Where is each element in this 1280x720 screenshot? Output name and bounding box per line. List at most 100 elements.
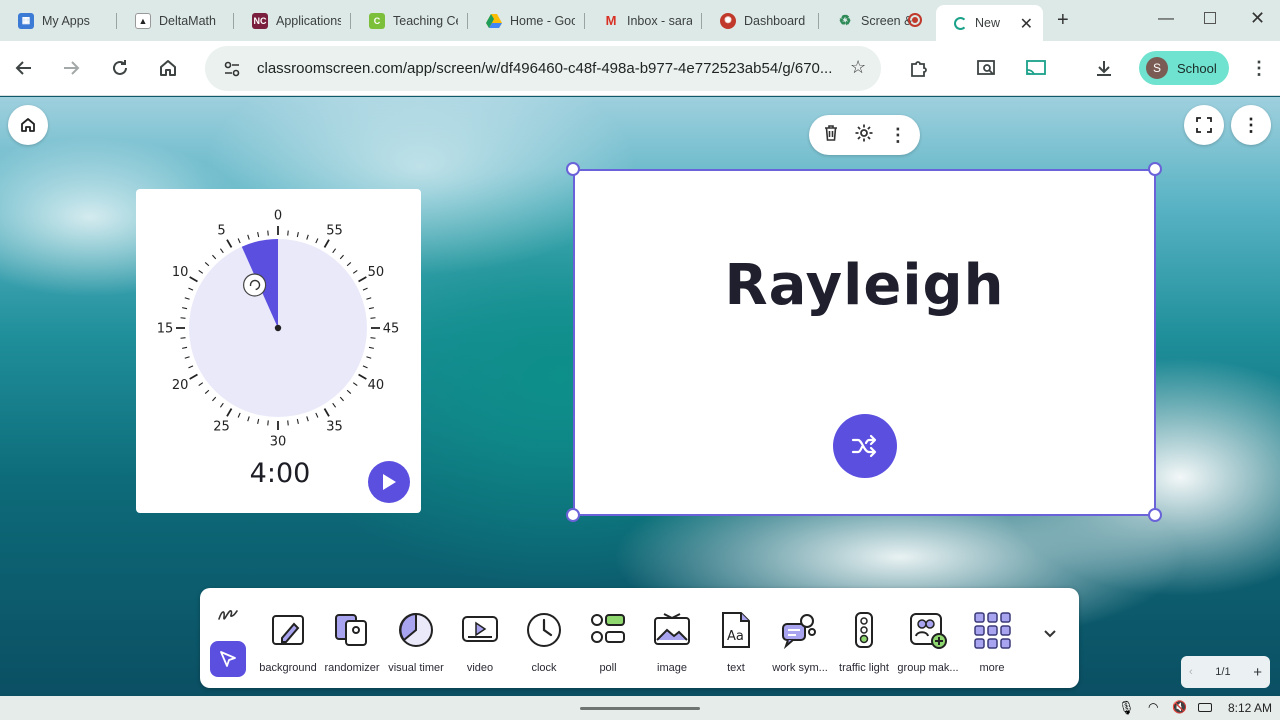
- tool-traffic-light[interactable]: traffic light: [832, 598, 896, 682]
- forward-arrow-icon: [64, 61, 80, 75]
- dial-tick: [219, 248, 224, 254]
- dial-tick: [184, 356, 190, 359]
- tool-more-grid[interactable]: more: [960, 598, 1024, 682]
- page-navigator: ‹ 1/1 +: [1181, 656, 1270, 688]
- tool-label: work sym...: [772, 662, 828, 674]
- url-text[interactable]: classroomscreen.com/app/screen/w/df49646…: [257, 60, 832, 77]
- forward-button[interactable]: [57, 54, 85, 82]
- dial-tick: [188, 287, 194, 291]
- minimize-button[interactable]: —: [1158, 10, 1174, 28]
- dial-tick: [257, 232, 260, 238]
- tab-teaching-center[interactable]: C Teaching Cen: [351, 0, 468, 41]
- shuffle-icon: [851, 434, 877, 458]
- add-page-icon[interactable]: +: [1253, 664, 1262, 681]
- dial-tick: [184, 297, 190, 300]
- shuffle-button[interactable]: [833, 414, 897, 478]
- tab-dashboard[interactable]: ✺ Dashboard: [702, 0, 819, 41]
- play-button[interactable]: [368, 461, 410, 503]
- tool-image[interactable]: image: [640, 598, 704, 682]
- fullscreen-icon: [1196, 117, 1212, 133]
- tab-gmail[interactable]: M Inbox - sarah: [585, 0, 702, 41]
- widget-toolbar-bottom: background randomizer visual timer video clo…: [200, 588, 1079, 688]
- site-settings-icon[interactable]: [219, 56, 245, 82]
- dial-tick: [332, 402, 337, 408]
- visual-timer-widget: 0 55 50 45 40 35 30 25 20 15 10 5 4:00: [136, 189, 421, 513]
- address-bar[interactable]: classroomscreen.com/app/screen/w/df49646…: [205, 46, 881, 91]
- tool-poll[interactable]: poll: [576, 598, 640, 682]
- os-shelf: 🎙 ◠ 🔇 8:12 AM: [0, 696, 1280, 720]
- dial-tick: [362, 287, 368, 291]
- delete-icon[interactable]: [822, 124, 840, 147]
- tool-visual-timer[interactable]: visual timer: [384, 598, 448, 682]
- new-tab-button[interactable]: +: [1057, 9, 1069, 32]
- cast-icon[interactable]: [1022, 54, 1050, 82]
- close-window-button[interactable]: ✕: [1250, 8, 1265, 29]
- dial-drag-handle[interactable]: [243, 273, 267, 297]
- loading-icon: [954, 16, 967, 30]
- dial-tick: [182, 346, 188, 349]
- tool-text[interactable]: Aa text: [704, 598, 768, 682]
- tab-screen[interactable]: ♻ Screen &: [819, 0, 936, 41]
- resize-handle-bottom-right[interactable]: [1148, 508, 1162, 522]
- page-search-icon[interactable]: [972, 54, 1000, 82]
- bookmark-star-icon[interactable]: ☆: [850, 57, 866, 78]
- browser-menu-icon[interactable]: ⋮: [1245, 54, 1273, 82]
- dial-label: 50: [368, 265, 385, 280]
- reload-button[interactable]: [106, 54, 134, 82]
- dial-tick: [237, 238, 241, 244]
- tab-my-apps[interactable]: ▦ My Apps: [0, 0, 117, 41]
- prev-page-icon[interactable]: ‹: [1189, 666, 1193, 678]
- resize-handle-top-right[interactable]: [1148, 162, 1162, 176]
- select-tool-button[interactable]: [210, 641, 246, 677]
- dial-tick: [315, 238, 319, 244]
- dial-tick: [182, 307, 188, 310]
- stage-menu-button[interactable]: ⋮: [1231, 105, 1271, 145]
- tab-deltamath[interactable]: ▲ DeltaMath: [117, 0, 234, 41]
- tool-video[interactable]: video: [448, 598, 512, 682]
- randomizer-widget[interactable]: Rayleigh: [573, 169, 1156, 516]
- poll-icon: [588, 610, 628, 650]
- dial-tick: [366, 297, 372, 300]
- tool-background[interactable]: background: [256, 598, 320, 682]
- more-grid-icon: [972, 610, 1012, 650]
- dial-tick: [247, 234, 250, 240]
- dial-tick: [332, 248, 337, 254]
- profile-button[interactable]: S School: [1139, 51, 1229, 85]
- tab-new[interactable]: New ✕: [936, 5, 1043, 41]
- battery-icon: [1198, 703, 1212, 712]
- squiggle-icon: [218, 610, 238, 620]
- extensions-icon[interactable]: [904, 54, 932, 82]
- tab-applications[interactable]: NC Applications: [234, 0, 351, 41]
- tool-group-maker[interactable]: group mak...: [896, 598, 960, 682]
- wifi-icon: ◠: [1148, 700, 1159, 714]
- back-button[interactable]: [10, 54, 38, 82]
- draw-tool-button[interactable]: [212, 598, 244, 630]
- widget-more-icon[interactable]: ⋮: [889, 125, 907, 146]
- home-gesture-bar[interactable]: [580, 707, 700, 710]
- dial-tick: [368, 307, 374, 310]
- dial-tick: [296, 418, 299, 424]
- close-tab-icon[interactable]: ✕: [1020, 14, 1033, 34]
- dial-tick: [226, 408, 233, 417]
- cursor-icon: [220, 651, 236, 667]
- resize-handle-top-left[interactable]: [566, 162, 580, 176]
- fullscreen-button[interactable]: [1184, 105, 1224, 145]
- timer-dial[interactable]: 0 55 50 45 40 35 30 25 20 15 10 5: [136, 189, 424, 454]
- tool-randomizer[interactable]: randomizer: [320, 598, 384, 682]
- dial-tick: [339, 396, 344, 402]
- randomizer-icon: [332, 610, 372, 650]
- group-maker-icon: [908, 610, 948, 650]
- restore-button[interactable]: [1204, 12, 1216, 24]
- home-button[interactable]: [154, 54, 182, 82]
- home-screen-button[interactable]: [8, 105, 48, 145]
- expand-toolbar-icon[interactable]: [1043, 626, 1057, 644]
- download-icon[interactable]: [1090, 54, 1118, 82]
- dial-tick: [287, 420, 289, 426]
- settings-gear-icon[interactable]: [854, 123, 874, 148]
- tool-work-symbols[interactable]: work sym...: [768, 598, 832, 682]
- tool-clock[interactable]: clock: [512, 598, 576, 682]
- dial-tick: [370, 317, 376, 319]
- video-icon: [460, 610, 500, 650]
- tab-google-drive[interactable]: Home - Goo: [468, 0, 585, 41]
- resize-handle-bottom-left[interactable]: [566, 508, 580, 522]
